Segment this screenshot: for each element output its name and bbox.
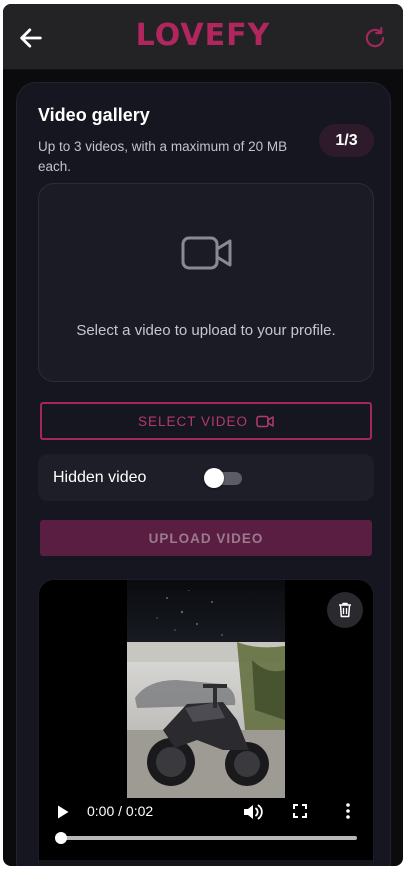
video-player: 0:00 / 0:02 <box>38 579 374 866</box>
video-count-badge: 1/3 <box>319 124 374 157</box>
upload-placeholder-text: Select a video to upload to your profile… <box>76 322 336 339</box>
refresh-icon <box>365 26 385 48</box>
video-time: 0:00 / 0:02 <box>87 803 154 819</box>
video-gallery-card: Video gallery Up to 3 videos, with a max… <box>16 82 391 866</box>
select-video-button[interactable]: SELECT VIDEO <box>40 402 372 440</box>
app-screen: LOVEFY Video gallery Up to 3 videos, wit… <box>3 4 403 866</box>
trash-icon <box>339 602 351 618</box>
video-camera-icon <box>181 236 232 270</box>
hidden-video-row: Hidden video <box>38 454 374 501</box>
app-logo: LOVEFY <box>135 18 271 53</box>
app-bar: LOVEFY <box>3 4 403 70</box>
upload-video-button[interactable]: UPLOAD VIDEO <box>40 520 372 556</box>
more-vertical-icon[interactable] <box>344 802 352 820</box>
play-icon[interactable] <box>55 804 71 820</box>
select-video-label: SELECT VIDEO <box>137 413 249 429</box>
volume-icon[interactable] <box>243 803 263 821</box>
hidden-video-label: Hidden video <box>53 469 147 486</box>
video-card-footer <box>39 860 373 866</box>
section-subtitle: Up to 3 videos, with a maximum of 20 MB … <box>38 139 288 174</box>
video-upload-dropzone[interactable]: Select a video to upload to your profile… <box>38 183 374 382</box>
motorcycle-video-frame <box>127 580 285 798</box>
delete-video-button[interactable] <box>327 592 363 628</box>
video-controls: 0:00 / 0:02 <box>39 798 373 858</box>
section-title: Video gallery <box>38 105 150 125</box>
fullscreen-icon[interactable] <box>293 804 307 818</box>
video-camera-icon <box>256 415 274 427</box>
video-thumbnail[interactable] <box>127 580 285 798</box>
toggle-knob[interactable] <box>204 468 224 488</box>
video-progress-track[interactable] <box>61 836 357 840</box>
video-progress-thumb[interactable] <box>55 832 67 844</box>
refresh-button[interactable] <box>362 25 388 51</box>
